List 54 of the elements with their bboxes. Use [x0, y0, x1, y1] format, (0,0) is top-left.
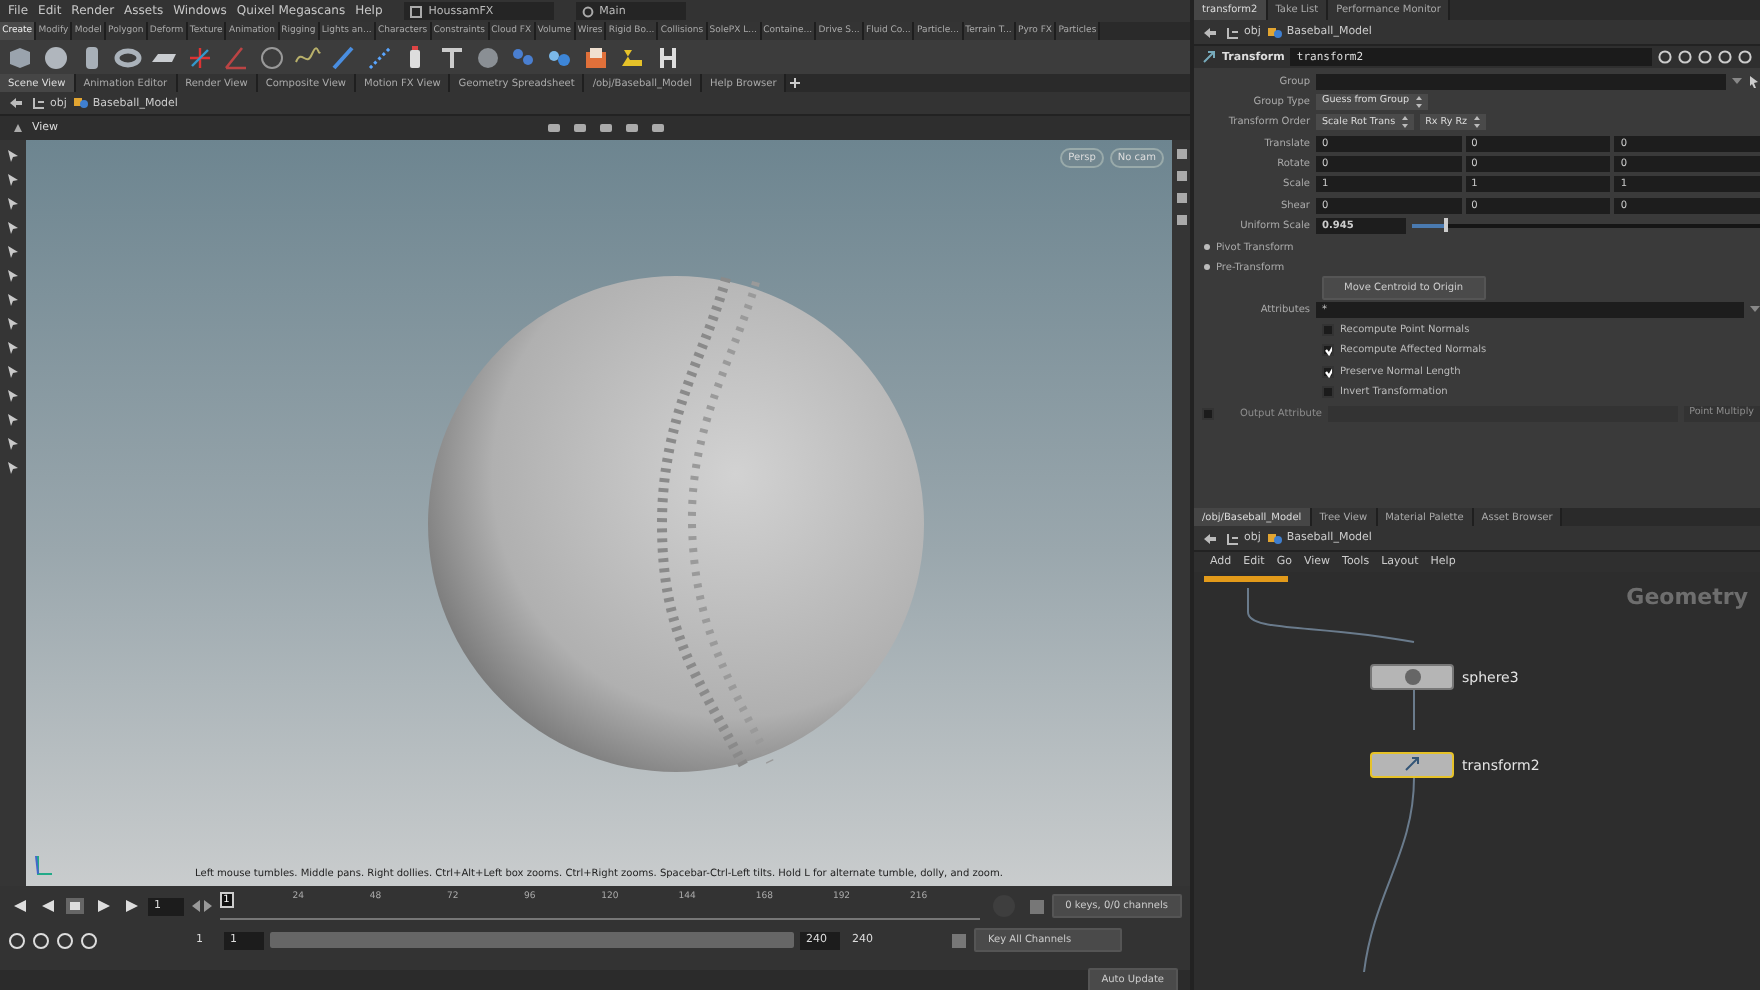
network-node[interactable]: [1370, 752, 1454, 778]
sphere-icon[interactable]: [42, 43, 70, 71]
letter-h-icon[interactable]: [654, 43, 682, 71]
timeline-track[interactable]: [219, 918, 980, 920]
axes-icon[interactable]: [186, 43, 214, 71]
back-arrow-icon[interactable]: [1202, 531, 1218, 545]
network-context-label: Geometry: [1626, 584, 1748, 610]
circle-icon[interactable]: [258, 43, 286, 71]
checkbox[interactable]: [1322, 344, 1334, 357]
sphere-icon: [1403, 668, 1421, 686]
spinner-arrows-icon: [1401, 116, 1408, 129]
letter-t-icon[interactable]: [438, 43, 466, 71]
arrow-icon[interactable]: [6, 196, 20, 210]
torus-icon[interactable]: [114, 43, 142, 71]
network-node[interactable]: [1370, 664, 1454, 690]
geometry-object-icon: [1268, 531, 1283, 545]
geometry-object-icon: [1268, 25, 1283, 39]
play-icon[interactable]: [92, 896, 114, 916]
arrow-icon: [1403, 756, 1421, 774]
checkbox[interactable]: [1202, 407, 1214, 420]
desktop-icon: [410, 5, 423, 17]
dropdown-arrow-icon[interactable]: [1750, 304, 1760, 315]
dropdown-arrow-icon[interactable]: [1732, 76, 1742, 87]
stop-icon[interactable]: [64, 896, 86, 916]
axis-gizmo-icon: [34, 854, 54, 878]
ball-icon[interactable]: [474, 43, 502, 71]
last-frame-icon[interactable]: [120, 896, 142, 916]
molecule-icon[interactable]: [510, 43, 538, 71]
text-field[interactable]: [1316, 73, 1726, 90]
checkbox[interactable]: [1322, 365, 1334, 378]
checkbox[interactable]: [1322, 324, 1334, 337]
back-arrow-icon[interactable]: [8, 96, 24, 110]
pen-icon[interactable]: [330, 43, 358, 71]
add-tab-icon[interactable]: [786, 74, 805, 92]
slider-handle[interactable]: [1412, 224, 1447, 228]
select-arrow-icon[interactable]: [1748, 75, 1760, 88]
geometry-object-icon: [74, 96, 89, 110]
network-icon: [32, 96, 46, 110]
folder-icon[interactable]: [582, 43, 610, 71]
view-icon: [12, 122, 24, 134]
back-arrow-icon[interactable]: [1202, 25, 1218, 39]
spinner-arrows-icon: [1415, 95, 1422, 108]
display-flag-bar: [1204, 576, 1288, 582]
network-icon: [1226, 25, 1240, 39]
spinner-arrows-icon: [1473, 116, 1480, 129]
range-slider[interactable]: [270, 932, 794, 948]
pointer-icon[interactable]: [6, 148, 20, 162]
node-wire: [1413, 689, 1415, 731]
checkbox[interactable]: [1322, 386, 1334, 399]
network-icon: [1226, 531, 1240, 545]
pointer-icon[interactable]: [6, 244, 20, 258]
transform-node-icon: [1202, 50, 1216, 64]
step-icon[interactable]: [189, 898, 214, 914]
dotted-line-icon[interactable]: [366, 43, 394, 71]
